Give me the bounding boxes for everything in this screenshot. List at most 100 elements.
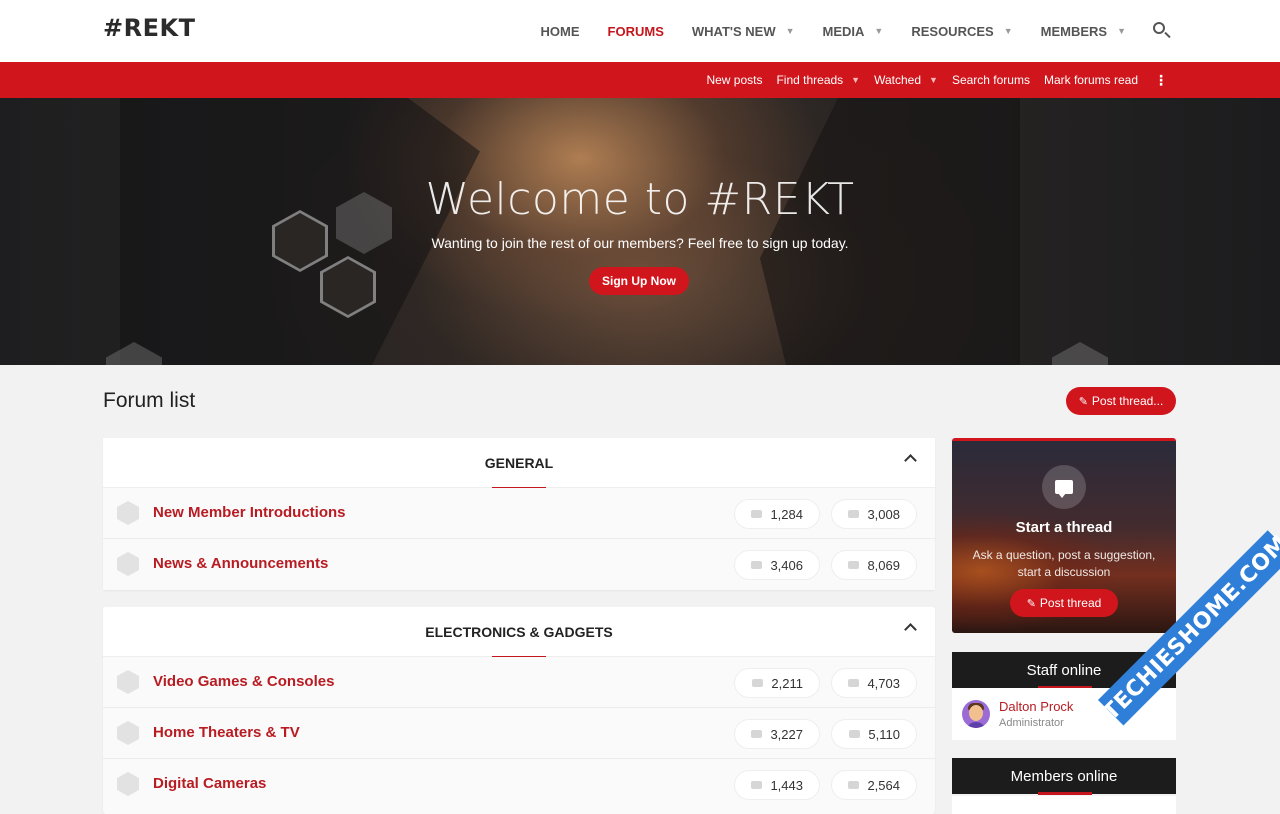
hero-subtitle: Wanting to join the rest of our members?… xyxy=(431,235,849,251)
forum-row: Video Games & Consoles 2,211 4,703 xyxy=(103,657,935,708)
messages-value: 4,703 xyxy=(867,675,900,691)
forum-row: New Member Introductions 1,284 3,008 xyxy=(103,488,935,539)
threads-icon xyxy=(751,510,763,518)
forum-link[interactable]: Digital Cameras xyxy=(153,775,266,792)
chevron-down-icon[interactable]: ▼ xyxy=(1004,26,1013,36)
nav-forums-label: FORUMS xyxy=(607,23,664,39)
threads-icon xyxy=(751,730,763,738)
nav-media[interactable]: MEDIA ▼ xyxy=(823,24,884,39)
search-icon[interactable] xyxy=(1152,21,1172,41)
forum-link[interactable]: New Member Introductions xyxy=(153,504,346,521)
staff-member-role: Administrator xyxy=(999,717,1064,729)
sidebar-post-thread-label: Post thread xyxy=(1039,596,1102,610)
subnav-watched[interactable]: Watched ▼ xyxy=(874,73,938,87)
nav-home[interactable]: HOME xyxy=(541,24,580,39)
messages-count: 5,110 xyxy=(831,719,917,749)
post-thread-label: Post thread... xyxy=(1091,394,1164,408)
threads-value: 1,443 xyxy=(770,777,803,793)
messages-count: 2,564 xyxy=(831,770,917,800)
forum-status-icon xyxy=(117,670,139,694)
hero-rock-silhouette xyxy=(760,98,1020,365)
start-thread-title: Start a thread xyxy=(1015,519,1113,536)
threads-count: 1,443 xyxy=(734,770,820,800)
subnav-search-forums[interactable]: Search forums xyxy=(952,73,1030,87)
category-header: GENERAL xyxy=(103,438,935,490)
forum-status-icon xyxy=(117,721,139,745)
staff-member-link[interactable]: Dalton Prock xyxy=(999,699,1073,714)
threads-value: 3,406 xyxy=(770,557,803,573)
category-general: GENERAL New Member Introductions 1,284 3… xyxy=(103,438,935,590)
messages-value: 2,564 xyxy=(867,777,900,793)
nav-home-label: HOME xyxy=(540,23,580,39)
threads-count: 3,406 xyxy=(734,550,820,580)
messages-value: 3,008 xyxy=(867,506,900,522)
nav-whats-new[interactable]: WHAT'S NEW ▼ xyxy=(692,24,795,39)
messages-count: 4,703 xyxy=(831,668,917,698)
pencil-icon: ✎ xyxy=(1078,395,1088,408)
subnav-mark-read-label: Mark forums read xyxy=(1043,73,1138,87)
forum-link[interactable]: Home Theaters & TV xyxy=(153,724,300,741)
subnav-watched-label: Watched xyxy=(874,73,922,87)
more-options-icon[interactable]: ⋮ xyxy=(1154,72,1168,89)
hero-title: Welcome to #REKT xyxy=(425,174,855,225)
sub-navigation: New posts Find threads ▼ Watched ▼ Search … xyxy=(0,62,1280,98)
subnav-new-posts[interactable]: New posts xyxy=(706,73,762,87)
threads-icon xyxy=(751,561,763,569)
nav-media-label: MEDIA xyxy=(822,23,865,39)
forum-row: Home Theaters & TV 3,227 5,110 xyxy=(103,708,935,759)
site-logo[interactable]: #REKT xyxy=(103,14,195,42)
nav-forums[interactable]: FORUMS xyxy=(608,24,664,39)
nav-members[interactable]: MEMBERS ▼ xyxy=(1041,24,1126,39)
start-thread-description: Ask a question, post a suggestion, start… xyxy=(972,548,1156,579)
nav-resources[interactable]: RESOURCES ▼ xyxy=(911,24,1012,39)
nav-resources-label: RESOURCES xyxy=(911,23,994,39)
category-header: ELECTRONICS & GADGETS xyxy=(103,607,935,659)
category-title[interactable]: GENERAL xyxy=(103,455,935,471)
sign-up-button[interactable]: Sign Up Now xyxy=(589,267,689,295)
forum-row: News & Announcements 3,406 8,069 xyxy=(103,539,935,590)
main-nav: HOME FORUMS WHAT'S NEW ▼ MEDIA ▼ RESOURCES… xyxy=(513,0,1172,62)
messages-icon xyxy=(848,679,860,687)
forum-status-icon xyxy=(117,772,139,796)
sidebar-post-thread-button[interactable]: ✎ Post thread xyxy=(1010,589,1118,617)
nav-whats-new-label: WHAT'S NEW xyxy=(691,23,776,39)
messages-icon xyxy=(848,781,860,789)
members-online-header: Members online xyxy=(952,758,1176,794)
threads-count: 2,211 xyxy=(734,668,820,698)
widget-underline xyxy=(1038,792,1092,795)
subnav-mark-forums-read[interactable]: Mark forums read xyxy=(1044,73,1138,87)
forum-status-icon xyxy=(117,501,139,525)
messages-icon xyxy=(848,510,860,518)
subnav-new-posts-label: New posts xyxy=(706,73,763,87)
category-title[interactable]: ELECTRONICS & GADGETS xyxy=(103,624,935,640)
category-electronics-gadgets: ELECTRONICS & GADGETS Video Games & Cons… xyxy=(103,607,935,814)
messages-count: 3,008 xyxy=(831,499,917,529)
chevron-down-icon[interactable]: ▼ xyxy=(1117,26,1126,36)
subnav-find-threads[interactable]: Find threads ▼ xyxy=(776,73,860,87)
threads-value: 2,211 xyxy=(771,675,803,691)
subnav-find-threads-label: Find threads xyxy=(776,73,844,87)
messages-value: 5,110 xyxy=(868,726,900,742)
chevron-down-icon[interactable]: ▼ xyxy=(874,26,883,36)
hero-banner: Welcome to #REKT Wanting to join the res… xyxy=(0,98,1280,365)
post-thread-button[interactable]: ✎ Post thread... xyxy=(1066,387,1176,415)
threads-icon xyxy=(751,781,763,789)
top-header: #REKT HOME FORUMS WHAT'S NEW ▼ MEDIA ▼ RES… xyxy=(0,0,1280,62)
threads-icon xyxy=(752,679,764,687)
threads-count: 1,284 xyxy=(734,499,820,529)
chevron-down-icon[interactable]: ▼ xyxy=(851,75,860,85)
chat-bubble-icon xyxy=(1055,480,1073,498)
forum-link[interactable]: News & Announcements xyxy=(153,555,328,572)
chevron-down-icon[interactable]: ▼ xyxy=(929,75,938,85)
chevron-down-icon[interactable]: ▼ xyxy=(786,26,795,36)
subnav-search-forums-label: Search forums xyxy=(951,73,1030,87)
threads-value: 1,284 xyxy=(770,506,803,522)
forum-link[interactable]: Video Games & Consoles xyxy=(153,673,334,690)
pencil-icon: ✎ xyxy=(1026,597,1036,610)
messages-value: 8,069 xyxy=(867,557,900,573)
hexagon-decoration xyxy=(1052,342,1108,365)
members-online-list xyxy=(952,796,1176,814)
messages-count: 8,069 xyxy=(831,550,917,580)
messages-icon xyxy=(848,561,860,569)
avatar[interactable] xyxy=(962,700,990,728)
